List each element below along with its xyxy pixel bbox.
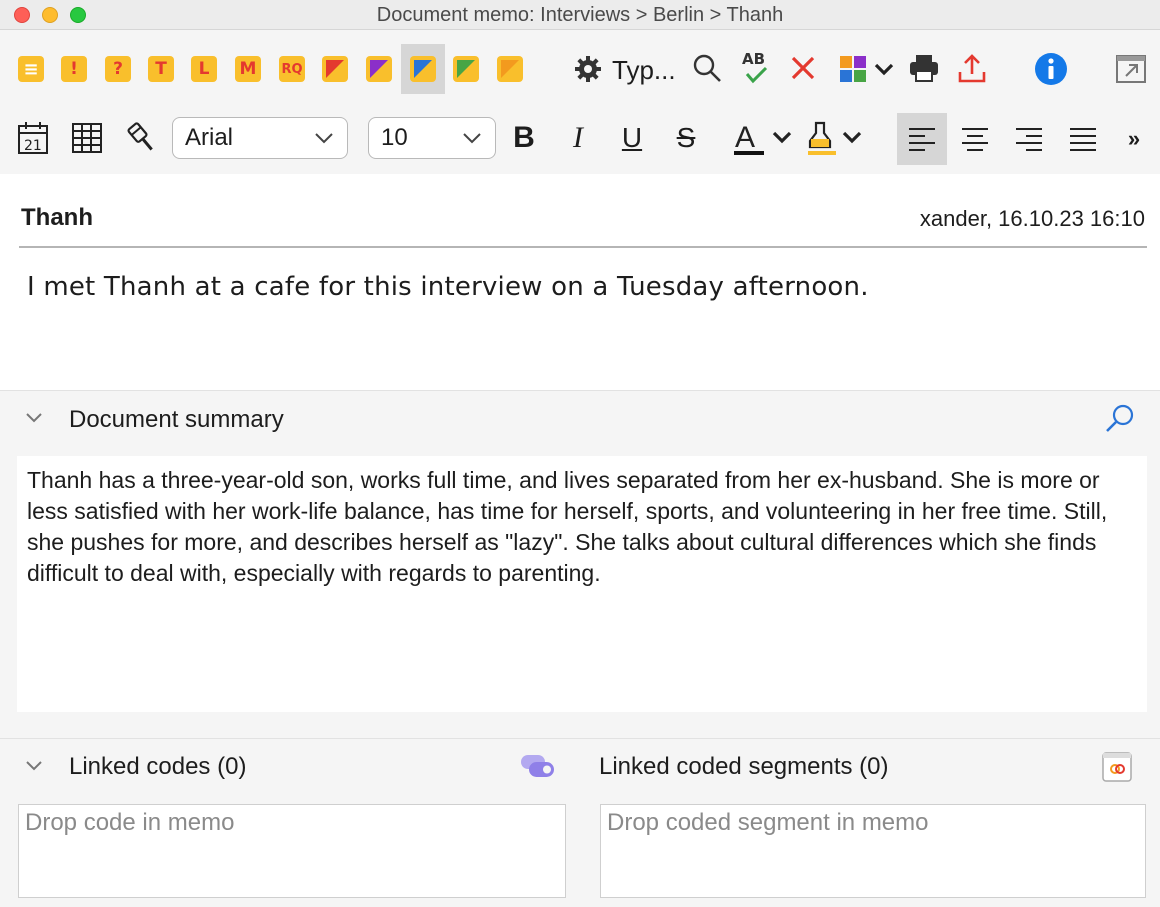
format-painter-icon[interactable] (124, 120, 160, 156)
memo-color-corner (370, 60, 388, 78)
svg-text:A: A (735, 121, 755, 154)
memo-purple-icon[interactable] (366, 56, 392, 82)
memo-green-icon[interactable] (453, 56, 479, 82)
memo-orange-icon[interactable] (497, 56, 523, 82)
highlight-color-dropdown[interactable] (806, 117, 868, 159)
format-toolbar: 21 Arial 10 B I U S A » (0, 105, 1160, 173)
document-summary-label: Document summary (69, 406, 284, 433)
chevron-down-icon (315, 133, 333, 144)
memo-type-label[interactable]: Typ... (612, 55, 676, 86)
drop-segment-placeholder: Drop coded segment in memo (607, 809, 929, 836)
align-right-icon[interactable] (1012, 123, 1046, 155)
delete-icon[interactable] (786, 51, 820, 85)
export-icon[interactable] (954, 51, 990, 85)
memo-color-corner (326, 60, 344, 78)
memo-blue-icon[interactable] (410, 56, 436, 82)
memo-rq-icon[interactable]: RQ (279, 56, 305, 82)
memo-t-icon[interactable]: T (148, 56, 174, 82)
italic-button[interactable]: I (562, 119, 594, 157)
memo-color-corner (414, 60, 432, 78)
search-summary-icon[interactable] (1104, 403, 1136, 435)
memo-title[interactable]: Thanh (21, 204, 93, 232)
search-icon[interactable] (690, 51, 724, 85)
linked-coded-segments-label: Linked coded segments (0) (599, 753, 889, 780)
linked-codes-label: Linked codes (0) (69, 753, 247, 780)
memo-color-corner (501, 60, 519, 78)
gear-icon[interactable] (572, 53, 604, 85)
info-icon[interactable] (1033, 51, 1069, 87)
memo-author-date: xander, 16.10.23 16:10 (919, 206, 1145, 231)
memo-color-corner (457, 60, 475, 78)
memo-editor[interactable]: Thanh xander, 16.10.23 16:10 I met Thanh… (0, 174, 1160, 390)
align-left-icon[interactable] (905, 123, 939, 155)
memo-toolbar: ≡!? T L M RQ Typ... AB (0, 31, 1160, 105)
svg-text:AB: AB (742, 50, 765, 68)
font-family-value: Arial (185, 124, 234, 151)
chevron-down-icon[interactable] (24, 759, 44, 773)
drop-code-area[interactable]: Drop code in memo (18, 804, 566, 898)
memo-m-icon[interactable]: M (235, 56, 261, 82)
memo-lines-icon[interactable]: ≡ (18, 56, 44, 82)
chevron-down-icon[interactable] (24, 411, 44, 425)
link-segment-icon[interactable] (1102, 752, 1132, 782)
document-summary-header: Document summary (0, 390, 1160, 446)
drop-code-placeholder: Drop code in memo (25, 809, 235, 836)
memo-exclamation-icon[interactable]: ! (61, 56, 87, 82)
memo-question-icon[interactable]: ? (105, 56, 131, 82)
svg-text:21: 21 (24, 138, 42, 154)
align-center-icon[interactable] (958, 123, 992, 155)
bold-button[interactable]: B (508, 119, 540, 157)
text-color-dropdown[interactable]: A (732, 117, 798, 159)
memo-red-icon[interactable] (322, 56, 348, 82)
linked-section-header: Linked codes (0) Linked coded segments (… (0, 738, 1160, 794)
drop-segment-area[interactable]: Drop coded segment in memo (600, 804, 1146, 898)
link-code-icon[interactable] (520, 753, 556, 779)
memo-body-text[interactable]: I met Thanh at a cafe for this interview… (27, 272, 869, 302)
title-bar: Document memo: Interviews > Berlin > Tha… (0, 0, 1160, 30)
strikethrough-button[interactable]: S (670, 119, 702, 157)
more-tools-icon[interactable]: » (1120, 125, 1148, 153)
memo-l-icon[interactable]: L (191, 56, 217, 82)
link-codes-dropdown[interactable] (838, 51, 900, 87)
undock-window-icon[interactable] (1114, 53, 1148, 85)
justify-icon[interactable] (1066, 123, 1100, 155)
memo-divider (19, 246, 1147, 248)
spellcheck-icon[interactable]: AB (738, 49, 774, 87)
font-size-value: 10 (381, 124, 408, 151)
font-size-select[interactable]: 10 (368, 117, 496, 159)
font-family-select[interactable]: Arial (172, 117, 348, 159)
print-icon[interactable] (906, 51, 942, 85)
table-icon[interactable] (70, 120, 104, 156)
chevron-down-icon (463, 133, 481, 144)
window-title: Document memo: Interviews > Berlin > Tha… (376, 4, 784, 26)
calendar-icon[interactable]: 21 (16, 120, 50, 156)
underline-button[interactable]: U (616, 119, 648, 157)
document-summary-text[interactable]: Thanh has a three-year-old son, works fu… (17, 456, 1147, 712)
